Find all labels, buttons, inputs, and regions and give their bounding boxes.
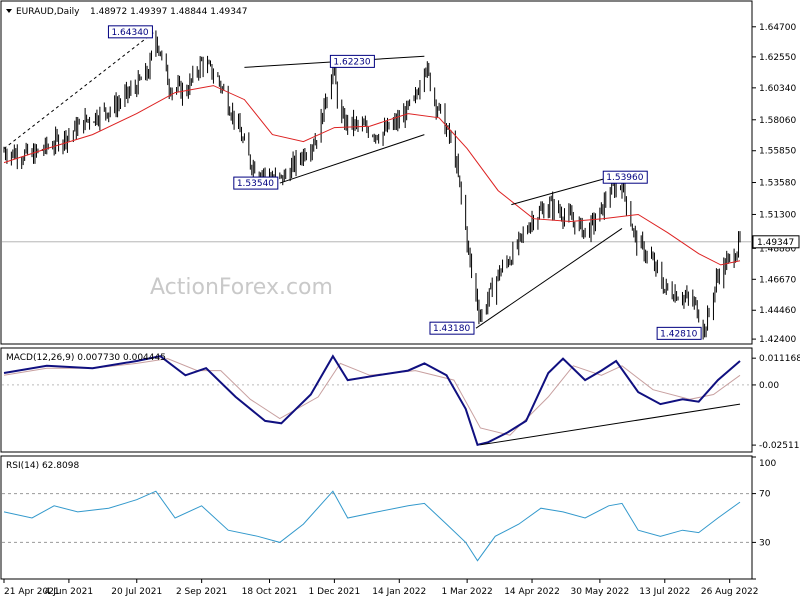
rsi-line — [3, 490, 741, 562]
price-tick-label: 1.44460 — [759, 306, 796, 316]
x-tick-label: 30 May 2022 — [571, 587, 630, 597]
price-annotation-label: 1.53540 — [237, 179, 274, 189]
price-tick-label: 1.46670 — [759, 275, 796, 285]
x-tick-label: 4 Jun 2021 — [45, 587, 93, 597]
price-annotation-label: 1.64340 — [111, 28, 148, 38]
macd-tick-label: 0.011168 — [759, 354, 800, 364]
price-tick-label: 1.60340 — [759, 84, 796, 94]
price-tick-label: 1.64700 — [759, 23, 796, 33]
macd-line — [3, 354, 741, 446]
x-tick-label: 14 Apr 2022 — [504, 587, 560, 597]
price-tick-label: 1.62550 — [759, 53, 796, 63]
x-tick-label: 1 Mar 2022 — [441, 587, 492, 597]
rsi-layer — [3, 490, 741, 562]
x-tick-label: 1 Dec 2021 — [308, 587, 360, 597]
price-tick-label: 1.58060 — [759, 116, 796, 126]
x-tick-label: 2 Sep 2021 — [176, 587, 227, 597]
chart-canvas: ActionForex.com 1.64340 1.62230 1.53540 1.5… — [0, 0, 800, 597]
price-tick-label: 1.53580 — [759, 179, 796, 189]
ohlc-values: 1.48972 1.49397 1.48844 1.49347 — [90, 7, 247, 17]
x-tick-label: 20 Jul 2021 — [111, 587, 162, 597]
rsi-tick-label: 30 — [759, 538, 771, 548]
macd-title: MACD(12,26,9) 0.007730 0.004445 — [6, 353, 166, 363]
macd-tick-label: -0.025117 — [759, 441, 800, 451]
rsi-tick-label: 70 — [759, 490, 771, 500]
rsi-tick-label: 100 — [759, 459, 776, 469]
macd-tick-label: 0.00 — [759, 381, 779, 391]
price-layer — [3, 30, 741, 340]
rsi-title: RSI(14) 62.8098 — [6, 461, 79, 471]
x-tick-label: 14 Jan 2022 — [372, 587, 426, 597]
price-annotation-label: 1.43180 — [433, 324, 470, 334]
macd-layer — [3, 354, 741, 446]
price-annotation-label: 1.42810 — [660, 329, 697, 339]
price-annotation-label: 1.62230 — [333, 57, 370, 67]
price-annotation-label: 1.53960 — [606, 173, 643, 183]
x-tick-label: 13 Jul 2022 — [639, 587, 690, 597]
watermark: ActionForex.com — [150, 275, 333, 300]
x-tick-label: 26 Aug 2022 — [701, 587, 759, 597]
macd-signal-line — [3, 358, 741, 436]
macd-panel-frame — [0, 347, 753, 453]
axis-layer: 1.64700 1.62550 1.60340 1.58060 1.55850 1.535… — [3, 23, 800, 597]
price-tick-label: 1.55850 — [759, 147, 796, 157]
price-tick-label: 1.42400 — [759, 335, 796, 345]
x-tick-label: 18 Oct 2021 — [242, 587, 298, 597]
trendline — [3, 31, 155, 150]
chevron-down-icon[interactable] — [6, 9, 12, 13]
rsi-panel-frame — [0, 455, 753, 580]
symbol-label: EURAUD,Daily — [16, 7, 80, 17]
price-tick-label: 1.51300 — [759, 210, 796, 220]
current-price-label: 1.49347 — [757, 238, 794, 248]
